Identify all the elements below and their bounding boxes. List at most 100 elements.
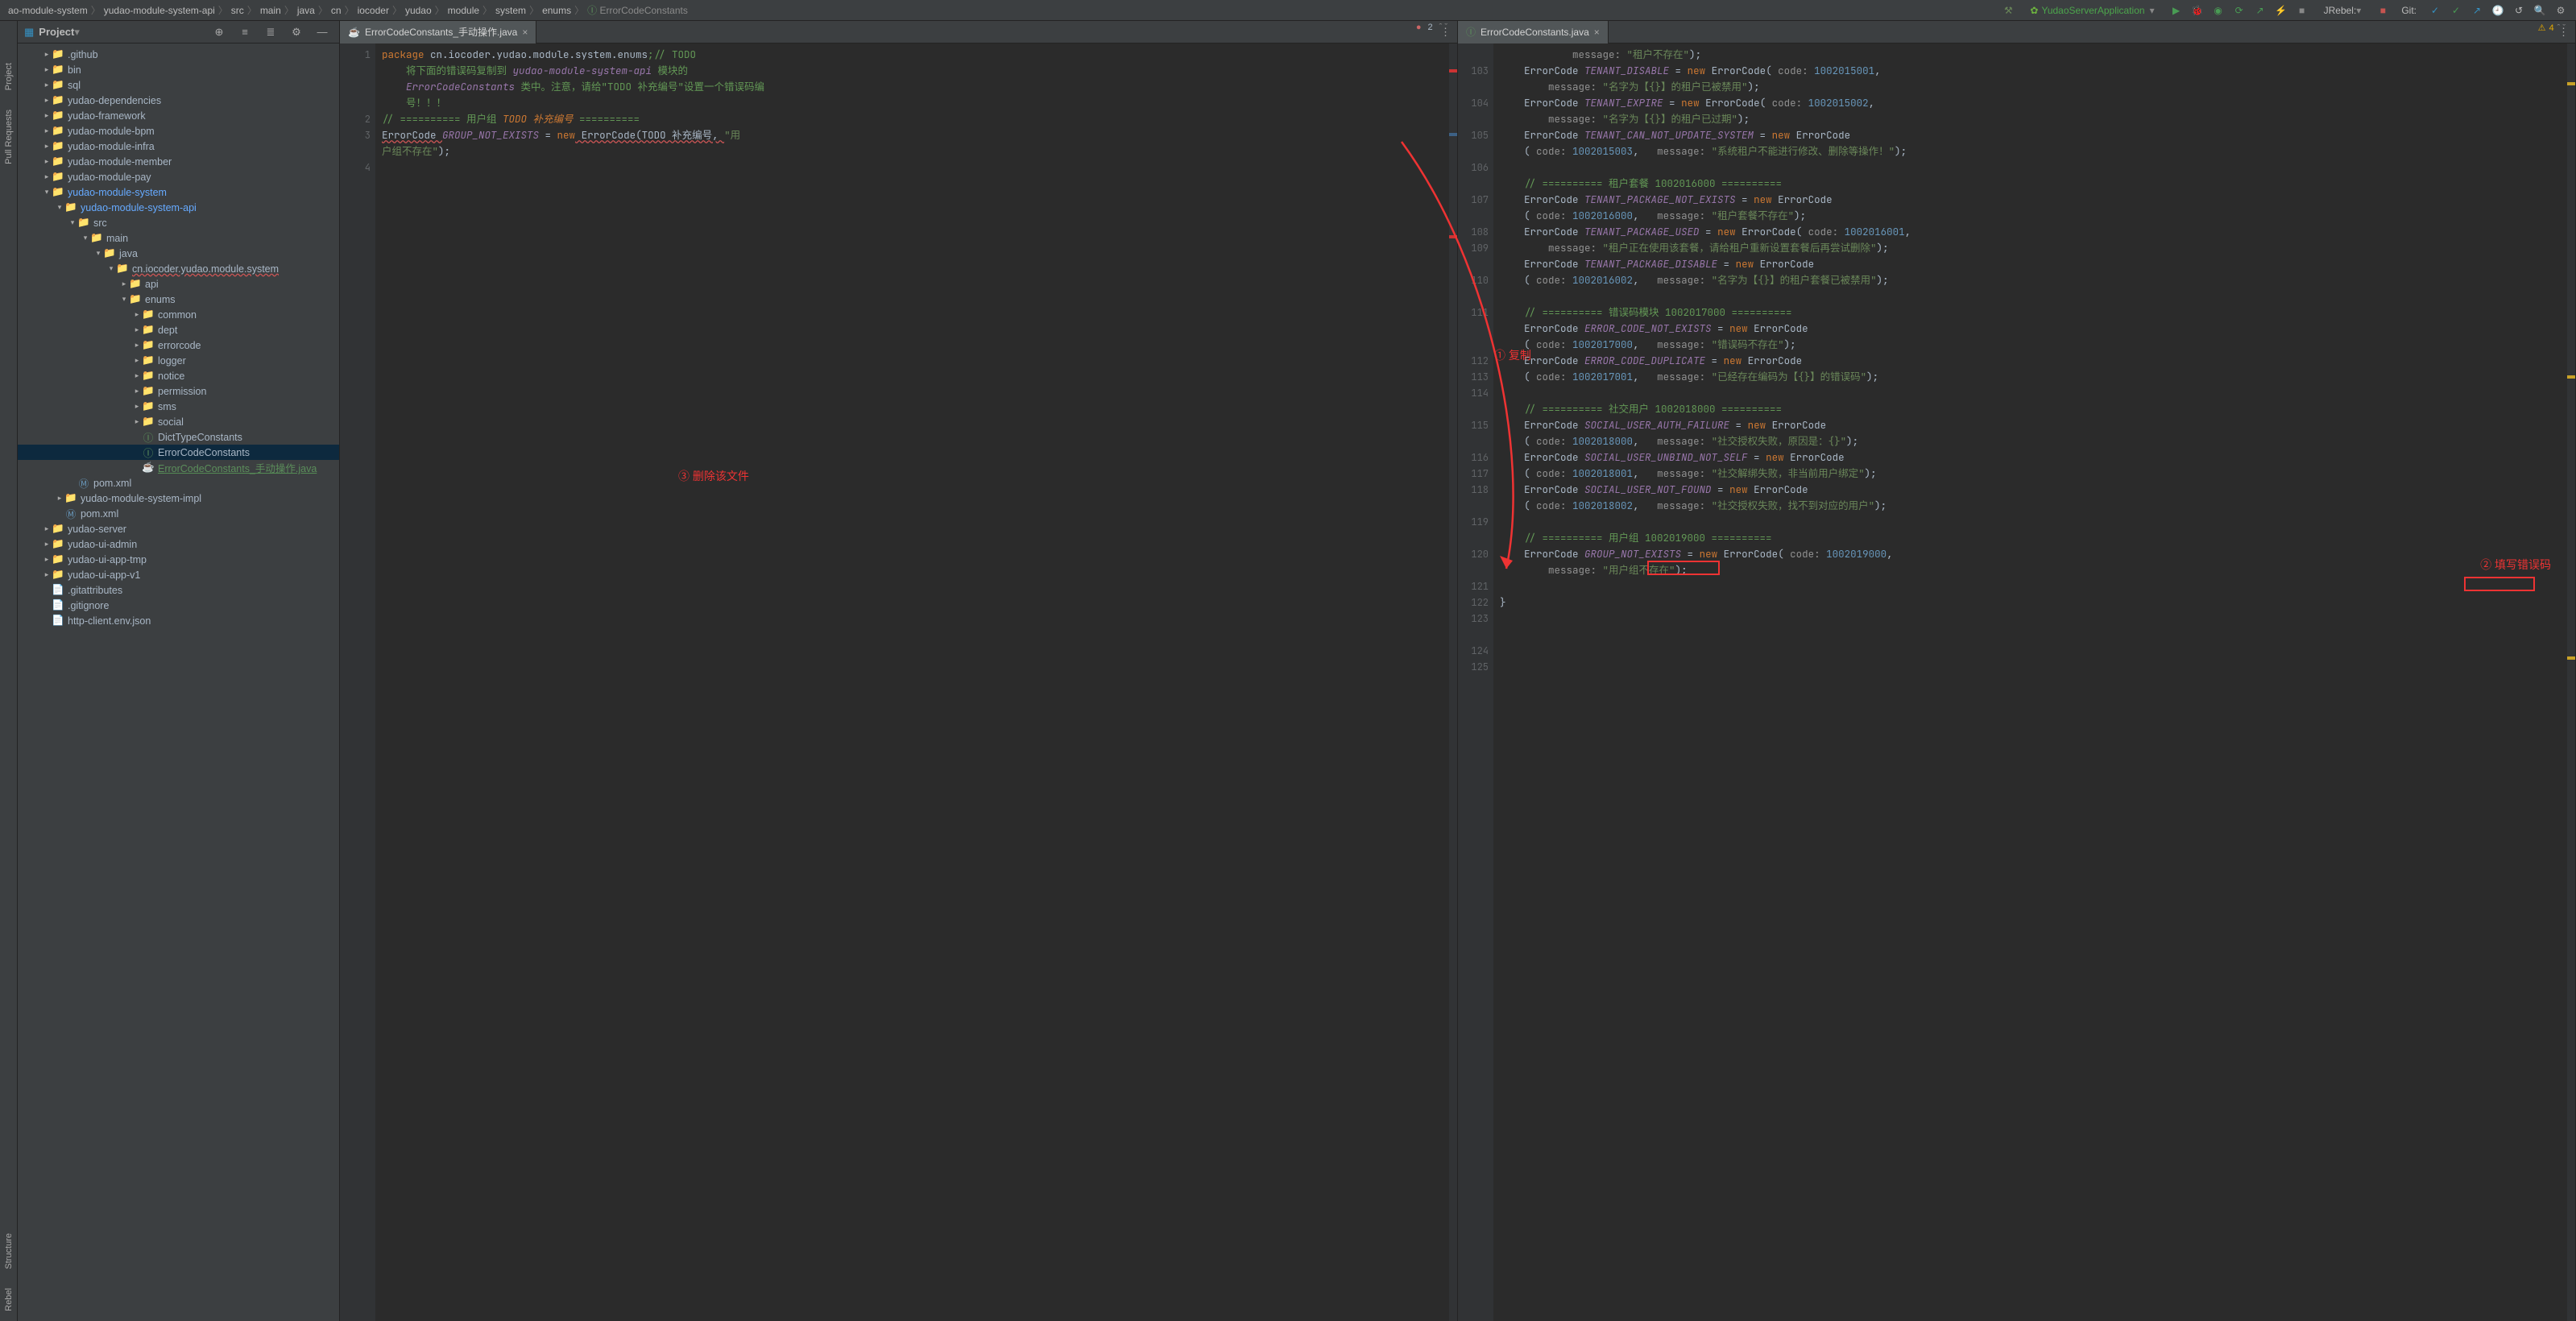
close-icon[interactable]: × (522, 27, 528, 38)
project-panel-header: ▦ Project ▾ ⊕ ≡ ≣ ⚙ — (18, 21, 339, 43)
breadcrumb-separator: 〉 (529, 3, 539, 17)
tree-node[interactable]: ▸📁dept (18, 322, 339, 337)
tree-node[interactable]: ⒾErrorCodeConstants (18, 445, 339, 460)
tree-node[interactable]: ▾📁yudao-module-system-api (18, 200, 339, 215)
git-commit-icon[interactable]: ✓ (2447, 2, 2465, 19)
breadcrumb-item[interactable]: system (492, 5, 529, 16)
right-marker-bar[interactable] (2567, 43, 2575, 1321)
tree-node[interactable]: ▸📁yudao-module-system-impl (18, 491, 339, 506)
tree-node[interactable]: ▸📁.github (18, 47, 339, 62)
side-pullrequests-tab[interactable]: Pull Requests (4, 110, 14, 164)
tree-node[interactable]: ▸📁yudao-module-member (18, 154, 339, 169)
tree-node[interactable]: ▸📁common (18, 307, 339, 322)
git-update-icon[interactable]: ✓ (2426, 2, 2444, 19)
tree-node[interactable]: ▸📁errorcode (18, 337, 339, 353)
right-marker-bar[interactable] (1449, 43, 1457, 1321)
breadcrumb-separator: 〉 (284, 3, 294, 17)
close-icon[interactable]: × (1594, 27, 1600, 38)
tree-node[interactable]: ▾📁src (18, 215, 339, 230)
git-push-icon[interactable]: ↗ (2468, 2, 2486, 19)
tree-node[interactable]: ⒾDictTypeConstants (18, 429, 339, 445)
breadcrumb-item[interactable]: ao-module-system (5, 5, 91, 16)
bolt-icon[interactable]: ⚡ (2272, 2, 2290, 19)
tree-node[interactable]: ▸📁yudao-dependencies (18, 93, 339, 108)
editor-left-gutter: 1 23 4 (340, 43, 375, 1321)
stop-icon[interactable]: ■ (2293, 2, 2311, 19)
tree-node[interactable]: ▸📁sms (18, 399, 339, 414)
tree-node[interactable]: ▸📁yudao-ui-app-tmp (18, 552, 339, 567)
run-icon[interactable]: ▶ (2168, 2, 2185, 19)
run-config-dropdown[interactable]: ✿ YudaoServerApplication ▾ (2023, 3, 2160, 18)
jrebel-dropdown[interactable]: JRebel: ▾ (2317, 3, 2368, 18)
history-icon[interactable]: 🕘 (2489, 2, 2507, 19)
editor-left-tab[interactable]: ☕ ErrorCodeConstants_手动操作.java × (340, 21, 536, 43)
tree-node[interactable]: ▸📁yudao-module-bpm (18, 123, 339, 139)
breadcrumb-item[interactable]: yudao (402, 5, 435, 16)
debug-icon[interactable]: 🐞 (2189, 2, 2206, 19)
tree-node[interactable]: ▾📁java (18, 246, 339, 261)
editor-area: ☕ ErrorCodeConstants_手动操作.java × ⋮ ● 2 ˆ… (340, 21, 2576, 1321)
tree-node[interactable]: ▸📁logger (18, 353, 339, 368)
breadcrumb-item[interactable]: enums (539, 5, 574, 16)
ide-settings-icon[interactable]: ⚙ (2552, 2, 2570, 19)
interface-icon: Ⓘ (1466, 25, 1476, 39)
tree-node[interactable]: ▸📁yudao-framework (18, 108, 339, 123)
editor-left: ☕ ErrorCodeConstants_手动操作.java × ⋮ ● 2 ˆ… (340, 21, 1458, 1321)
rocket-icon[interactable]: ↗ (2251, 2, 2269, 19)
tree-node[interactable]: 📄.gitattributes (18, 582, 339, 598)
tree-node[interactable]: ▸📁yudao-module-infra (18, 139, 339, 154)
tree-node[interactable]: Ⓜpom.xml (18, 506, 339, 521)
breadcrumb-item[interactable]: main (257, 5, 284, 16)
tree-node[interactable]: ▾📁enums (18, 292, 339, 307)
rollback-icon[interactable]: ↺ (2510, 2, 2528, 19)
tree-node[interactable]: ▸📁bin (18, 62, 339, 77)
spring-icon: ✿ (2030, 5, 2038, 16)
locate-icon[interactable]: ⊕ (210, 23, 228, 41)
side-project-tab[interactable]: Project (4, 63, 14, 90)
tree-node[interactable]: ▸📁social (18, 414, 339, 429)
tree-node[interactable]: ▸📁yudao-server (18, 521, 339, 536)
breadcrumb-item[interactable]: cn (328, 5, 345, 16)
hammer-icon[interactable]: ⚒ (1999, 2, 2017, 19)
breadcrumb-item[interactable]: java (294, 5, 318, 16)
search-icon[interactable]: 🔍 (2531, 2, 2549, 19)
coverage-icon[interactable]: ◉ (2209, 2, 2227, 19)
tree-node[interactable]: ▾📁yudao-module-system (18, 184, 339, 200)
project-panel: ▦ Project ▾ ⊕ ≡ ≣ ⚙ — ▸📁.github▸📁bin▸📁sq… (18, 21, 340, 1321)
editor-right-content[interactable]: message: "租户不存在"); ErrorCode TENANT_DISA… (1493, 43, 2575, 1321)
tree-node[interactable]: ▸📁notice (18, 368, 339, 383)
tree-node[interactable]: ▾📁main (18, 230, 339, 246)
side-rebel-tab[interactable]: Rebel (4, 1288, 14, 1311)
tree-node[interactable]: 📄http-client.env.json (18, 613, 339, 628)
side-structure-tab[interactable]: Structure (4, 1233, 14, 1269)
settings-icon[interactable]: ⚙ (288, 23, 305, 41)
editor-problem-badge[interactable]: ⚠ 4 ˆ ˇ (2538, 23, 2566, 33)
tree-node[interactable]: ▸📁yudao-ui-admin (18, 536, 339, 552)
hide-icon[interactable]: — (313, 23, 331, 41)
tree-node[interactable]: ▸📁yudao-module-pay (18, 169, 339, 184)
tree-node[interactable]: 📄.gitignore (18, 598, 339, 613)
breadcrumb-item[interactable]: module (445, 5, 482, 16)
editor-right-tab[interactable]: Ⓘ ErrorCodeConstants.java × (1458, 21, 1609, 43)
tree-node[interactable]: ▸📁sql (18, 77, 339, 93)
breadcrumb-item[interactable]: yudao-module-system-api (101, 5, 218, 16)
breadcrumb-item[interactable]: Ⓘ ErrorCodeConstants (584, 3, 691, 17)
tree-node[interactable]: ☕ErrorCodeConstants_手动操作.java (18, 460, 339, 475)
stop2-icon[interactable]: ■ (2374, 2, 2392, 19)
breadcrumb-separator: 〉 (318, 3, 328, 17)
tree-node[interactable]: ▸📁permission (18, 383, 339, 399)
editor-left-content[interactable]: package cn.iocoder.yudao.module.system.e… (375, 43, 1457, 1321)
tree-node[interactable]: ▾📁cn.iocoder.yudao.module.system (18, 261, 339, 276)
tree-node[interactable]: ▸📁yudao-ui-app-v1 (18, 567, 339, 582)
editor-left-tabs: ☕ ErrorCodeConstants_手动操作.java × ⋮ (340, 21, 1457, 43)
project-tree[interactable]: ▸📁.github▸📁bin▸📁sql▸📁yudao-dependencies▸… (18, 43, 339, 1321)
tree-node[interactable]: ▸📁api (18, 276, 339, 292)
tree-node[interactable]: Ⓜpom.xml (18, 475, 339, 491)
expand-icon[interactable]: ≡ (236, 23, 254, 41)
collapse-icon[interactable]: ≣ (262, 23, 280, 41)
breadcrumb-separator: 〉 (574, 3, 584, 17)
profile-icon[interactable]: ⟳ (2230, 2, 2248, 19)
editor-problem-badge[interactable]: ● 2 ˆ ˇ (1416, 23, 1447, 32)
breadcrumb-item[interactable]: iocoder (354, 5, 392, 16)
breadcrumb-item[interactable]: src (228, 5, 247, 16)
